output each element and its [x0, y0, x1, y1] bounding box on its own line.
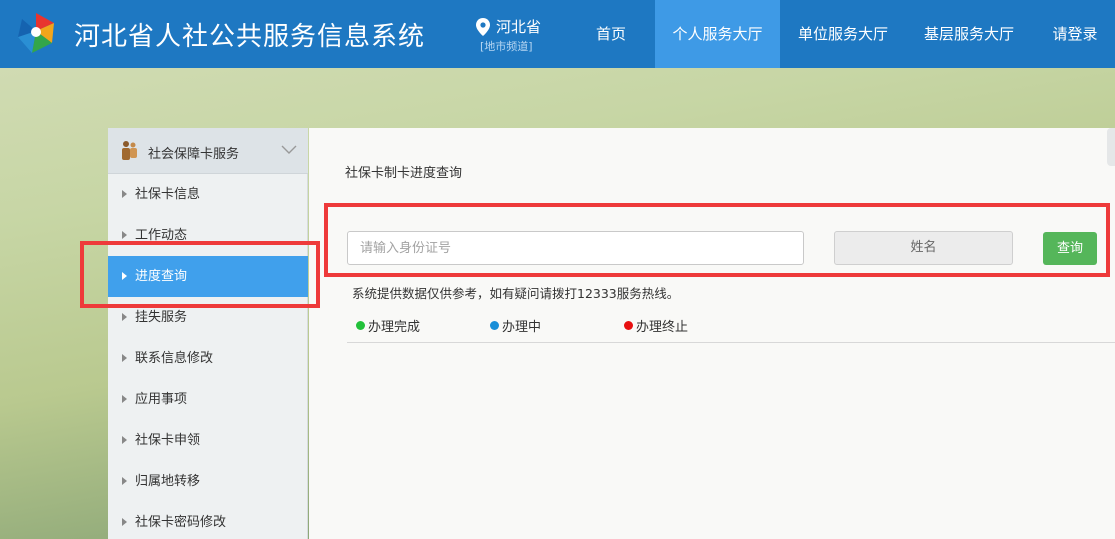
- page-title: 社保卡制卡进度查询: [345, 166, 463, 181]
- green-dot-icon: [356, 321, 365, 330]
- sidebar-item-label: 进度查询: [135, 269, 188, 284]
- sidebar-item-work-news[interactable]: 工作动态: [108, 215, 308, 256]
- sidebar-item-progress-query[interactable]: 进度查询: [108, 256, 308, 297]
- caret-right-icon: [122, 272, 127, 280]
- hotline-notice: 系统提供数据仅供参考，如有疑问请拨打12333服务热线。: [352, 286, 680, 301]
- nav-home[interactable]: 首页: [580, 0, 642, 68]
- nav-unit-service[interactable]: 单位服务大厅: [784, 0, 902, 68]
- sidebar-group-header[interactable]: 社会保障卡服务: [108, 128, 308, 174]
- nav-grassroots-service[interactable]: 基层服务大厅: [910, 0, 1028, 68]
- caret-right-icon: [122, 518, 127, 526]
- location-pin-icon: [476, 18, 490, 36]
- legend-label: 办理中: [502, 320, 542, 335]
- nav-personal-service[interactable]: 个人服务大厅: [655, 0, 780, 68]
- site-logo-icon: [18, 13, 54, 53]
- top-header: 河北省人社公共服务信息系统 河北省 [地市频道] 首页 个人服务大厅 单位服务大…: [0, 0, 1115, 68]
- sidebar-item-card-apply[interactable]: 社保卡申领: [108, 420, 308, 461]
- region-name: 河北省: [496, 18, 542, 36]
- caret-right-icon: [122, 313, 127, 321]
- divider: [347, 342, 1115, 343]
- blue-dot-icon: [490, 321, 499, 330]
- site-title: 河北省人社公共服务信息系统: [74, 22, 426, 52]
- nav-login[interactable]: 请登录: [1040, 0, 1110, 68]
- sidebar-item-transfer[interactable]: 归属地转移: [108, 461, 308, 502]
- social-security-card-icon: [122, 141, 137, 160]
- caret-right-icon: [122, 477, 127, 485]
- sidebar-item-label: 社保卡密码修改: [135, 515, 227, 530]
- caret-right-icon: [122, 354, 127, 362]
- legend-label: 办理终止: [636, 320, 689, 335]
- sidebar-item-applications[interactable]: 应用事项: [108, 379, 308, 420]
- main-panel: 社保卡制卡进度查询 姓名 查询 系统提供数据仅供参考，如有疑问请拨打12333服…: [309, 128, 1115, 539]
- sidebar-item-label: 应用事项: [135, 392, 188, 407]
- chevron-down-icon[interactable]: [281, 142, 297, 156]
- name-field[interactable]: 姓名: [834, 231, 1013, 265]
- legend-label: 办理完成: [368, 320, 421, 335]
- sidebar-group-label: 社会保障卡服务: [148, 147, 240, 162]
- red-dot-icon: [624, 321, 633, 330]
- sidebar-item-label: 联系信息修改: [135, 351, 214, 366]
- caret-right-icon: [122, 190, 127, 198]
- caret-right-icon: [122, 436, 127, 444]
- region-channel-link[interactable]: [地市频道]: [480, 38, 533, 54]
- scrollbar[interactable]: [1107, 128, 1115, 166]
- sidebar-item-card-info[interactable]: 社保卡信息: [108, 174, 308, 215]
- sidebar-item-label: 归属地转移: [135, 474, 201, 489]
- sidebar: 社会保障卡服务 社保卡信息 工作动态 进度查询 挂失服务 联系信息修改 应用事项…: [108, 128, 308, 539]
- sidebar-item-label: 社保卡信息: [135, 187, 201, 202]
- sidebar-item-password-change[interactable]: 社保卡密码修改: [108, 502, 308, 539]
- caret-right-icon: [122, 395, 127, 403]
- query-button[interactable]: 查询: [1043, 232, 1097, 265]
- id-number-input[interactable]: [347, 231, 804, 265]
- sidebar-item-contact-edit[interactable]: 联系信息修改: [108, 338, 308, 379]
- sidebar-item-label: 工作动态: [135, 228, 188, 243]
- caret-right-icon: [122, 231, 127, 239]
- sidebar-item-label: 社保卡申领: [135, 433, 201, 448]
- sidebar-item-label: 挂失服务: [135, 310, 188, 325]
- sidebar-item-report-loss[interactable]: 挂失服务: [108, 297, 308, 338]
